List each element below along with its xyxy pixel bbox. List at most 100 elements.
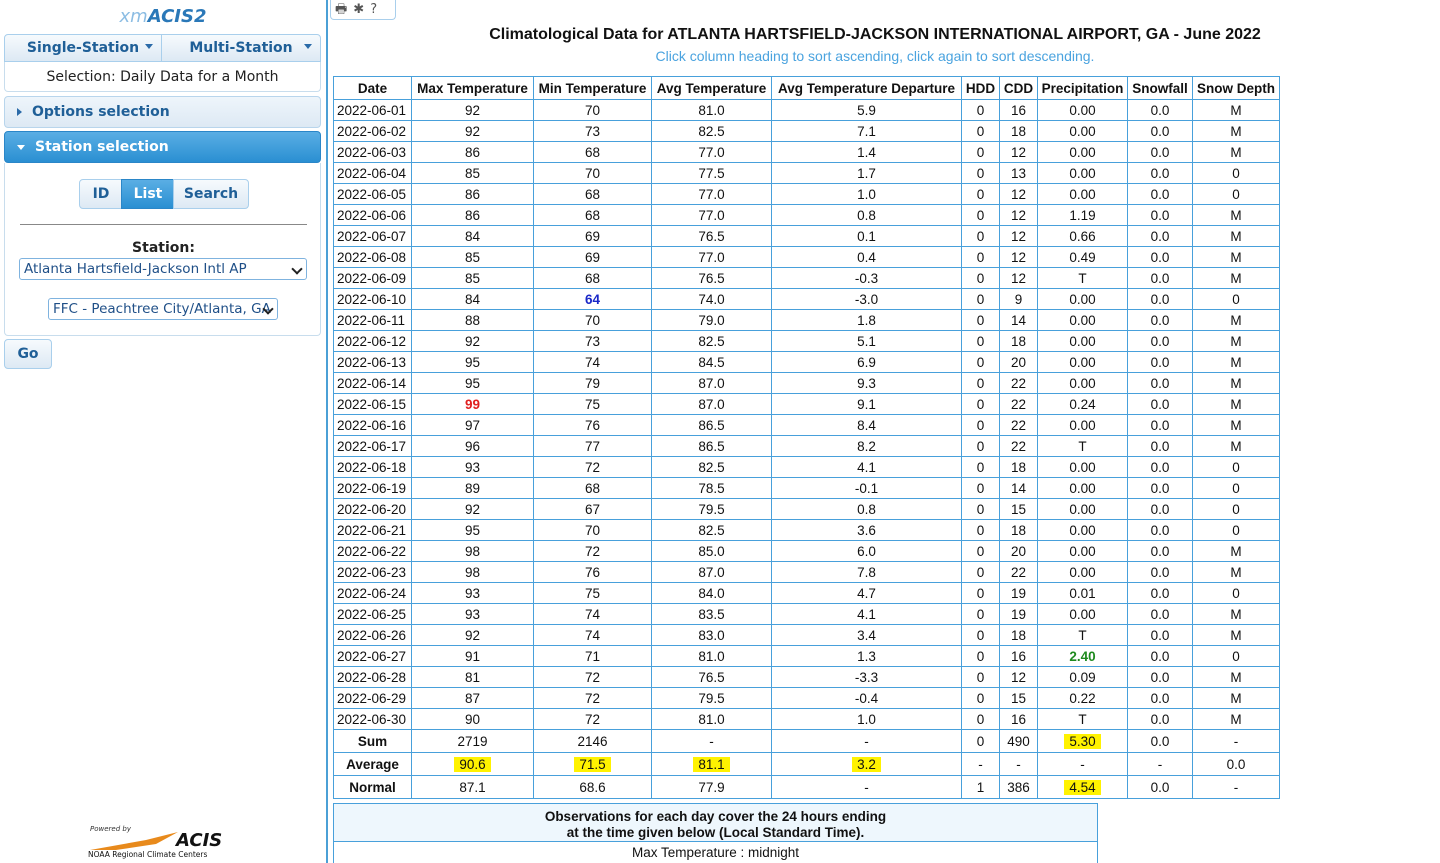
table-cell: 0 [961,372,1000,394]
table-cell: 76.5 [651,267,772,289]
station-selection-header[interactable]: Station selection [4,131,321,163]
gear-icon[interactable]: ✱ [353,3,364,16]
table-row: 2022-06-29 87 72 79.5 -0.4 0 15 0.22 0.0 M [333,687,1280,709]
chevron-down-icon [145,44,153,49]
column-header[interactable]: Max Temperature [411,76,534,100]
table-row: 2022-06-11 88 70 79.0 1.8 0 14 0.00 0.0 M [333,309,1280,331]
table-cell: 84 [411,288,534,310]
summary-cell: - [1192,729,1280,753]
table-cell: 8.4 [771,414,962,436]
table-cell: 12 [999,204,1038,226]
table-cell: 0.00 [1037,372,1128,394]
multi-station-button[interactable]: Multi-Station [161,34,321,62]
table-cell: 0 [961,288,1000,310]
options-selection-header[interactable]: Options selection [4,96,321,128]
table-row: 2022-06-16 97 76 86.5 8.4 0 22 0.00 0.0 M [333,414,1280,436]
table-cell: 0 [961,414,1000,436]
table-cell: M [1192,351,1280,373]
table-cell: -0.1 [771,477,962,499]
table-cell: 68 [533,477,652,499]
table-cell: 12 [999,141,1038,163]
help-icon[interactable]: ? [370,3,377,16]
table-cell: 85 [411,246,534,268]
table-cell: T [1037,708,1128,730]
station-select[interactable]: Atlanta Hartsfield-Jackson Intl AP [19,258,307,280]
table-cell: 0.66 [1037,225,1128,247]
table-cell: 98 [411,561,534,583]
table-cell: 0.00 [1037,561,1128,583]
climate-data-table: Date Max Temperature Min Temperature Avg Te… [333,76,1280,799]
table-row: 2022-06-06 86 68 77.0 0.8 0 12 1.19 0.0 M [333,204,1280,226]
divider [20,224,307,225]
network-select[interactable]: FFC - Peachtree City/Atlanta, GA [48,298,278,320]
table-cell: 0 [961,435,1000,457]
chevron-down-icon [291,263,303,275]
table-row: 2022-06-02 92 73 82.5 7.1 0 18 0.00 0.0 M [333,120,1280,142]
table-cell: T [1037,435,1128,457]
table-cell: 86.5 [651,414,772,436]
list-tab-button[interactable]: List [121,179,175,209]
table-cell: 0 [961,498,1000,520]
table-cell: 0 [1192,498,1280,520]
table-cell: T [1037,624,1128,646]
go-button[interactable]: Go [4,339,52,369]
table-cell: 22 [999,393,1038,415]
table-row: 2022-06-22 98 72 85.0 6.0 0 20 0.00 0.0 M [333,540,1280,562]
table-cell: 22 [999,561,1038,583]
table-cell: 0.49 [1037,246,1128,268]
triangle-down-icon [17,144,25,150]
table-cell: 4.1 [771,603,962,625]
table-cell: 0 [961,603,1000,625]
table-row: 2022-06-07 84 69 76.5 0.1 0 12 0.66 0.0 M [333,225,1280,247]
date-cell: 2022-06-28 [333,666,412,688]
id-tab-button[interactable]: ID [79,179,123,209]
table-cell: 18 [999,330,1038,352]
summary-label: Average [333,752,412,776]
column-header[interactable]: Snow Depth [1192,76,1280,100]
date-cell: 2022-06-14 [333,372,412,394]
table-cell: 0.0 [1127,498,1193,520]
table-cell: 0 [961,477,1000,499]
table-cell: 86.5 [651,435,772,457]
table-cell: M [1192,246,1280,268]
observation-times-title: Observations for each day cover the 24 h… [334,804,1097,842]
table-cell: 0.0 [1127,225,1193,247]
table-cell: 0 [961,225,1000,247]
table-cell: 83.0 [651,624,772,646]
column-header[interactable]: Snowfall [1127,76,1193,100]
table-cell: 96 [411,435,534,457]
single-station-button[interactable]: Single-Station [4,34,162,62]
column-header[interactable]: Avg Temperature Departure [771,76,962,100]
summary-row: Normal 87.1 68.6 77.9-1 386 4.54 0.0- [333,775,1280,799]
table-cell: 0.0 [1127,204,1193,226]
table-row: 2022-06-15 99 75 87.0 9.1 0 22 0.24 0.0 M [333,393,1280,415]
table-cell: 73 [533,120,652,142]
date-cell: 2022-06-25 [333,603,412,625]
table-cell: 0.00 [1037,99,1128,121]
summary-cell: 490 [999,729,1038,753]
column-header[interactable]: Min Temperature [533,76,652,100]
table-cell: 0.0 [1127,288,1193,310]
table-row: 2022-06-01 92 70 81.0 5.9 0 16 0.00 0.0 M [333,99,1280,121]
search-tab-button[interactable]: Search [173,179,249,209]
date-cell: 2022-06-15 [333,393,412,415]
column-header[interactable]: Date [333,76,412,100]
table-cell: T [1037,267,1128,289]
table-cell: 3.4 [771,624,962,646]
table-cell: 0.00 [1037,120,1128,142]
observation-title-line: Observations for each day cover the 24 h… [544,809,887,824]
table-cell: 0 [961,645,1000,667]
column-header[interactable]: HDD [961,76,1000,100]
table-cell: 91 [411,645,534,667]
table-cell: 0.0 [1127,687,1193,709]
table-cell: 16 [999,99,1038,121]
app-title-main: ACIS2 [147,6,207,27]
print-icon[interactable]: 🖶 [335,3,347,16]
table-cell: 13 [999,162,1038,184]
table-cell: 74 [533,351,652,373]
column-header[interactable]: Precipitation [1037,76,1128,100]
column-header[interactable]: CDD [999,76,1038,100]
table-cell: 0 [961,351,1000,373]
column-header[interactable]: Avg Temperature [651,76,772,100]
table-cell: 0 [961,141,1000,163]
